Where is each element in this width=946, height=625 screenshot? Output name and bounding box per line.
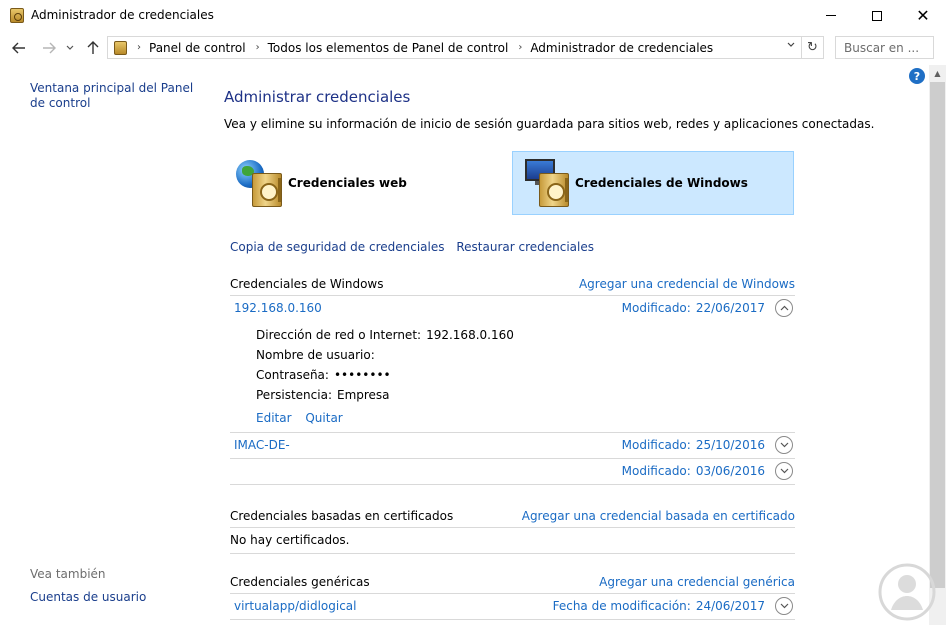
section-header: Credenciales genéricas Agregar una crede… xyxy=(230,572,795,594)
chevron-right-icon[interactable]: › xyxy=(137,42,141,53)
windows-credentials-tile[interactable]: Credenciales de Windows xyxy=(512,151,794,215)
maximize-button[interactable] xyxy=(854,0,900,31)
chevron-down-icon[interactable] xyxy=(775,597,793,615)
see-also-heading: Vea también xyxy=(30,567,106,581)
page-title: Administrar credenciales xyxy=(224,88,411,106)
detail-actions: Editar Quitar xyxy=(256,411,353,425)
title-bar: Administrador de credenciales ✕ xyxy=(0,0,946,32)
web-credentials-tile[interactable]: Credenciales web xyxy=(230,151,500,215)
page-description: Vea y elimine su información de inicio d… xyxy=(224,117,875,131)
add-certificate-credential-link[interactable]: Agregar una credencial basada en certifi… xyxy=(522,509,795,523)
web-vault-icon xyxy=(234,157,286,209)
section-title: Credenciales basadas en certificados xyxy=(230,509,454,523)
restore-credentials-link[interactable]: Restaurar credenciales xyxy=(456,240,594,254)
address-dropdown-icon[interactable] xyxy=(787,41,795,51)
chevron-up-icon[interactable] xyxy=(775,299,793,317)
detail-address: Dirección de red o Internet: 192.168.0.16… xyxy=(256,328,514,342)
scroll-up-button[interactable]: ▲ xyxy=(929,65,946,82)
window-title: Administrador de credenciales xyxy=(31,8,214,22)
address-bar[interactable]: › Panel de control › Todos los elementos… xyxy=(107,36,802,59)
add-generic-credential-link[interactable]: Agregar una credencial genérica xyxy=(599,575,795,589)
minimize-button[interactable] xyxy=(808,0,854,31)
edit-credential-link[interactable]: Editar xyxy=(256,411,292,425)
empty-message: No hay certificados. xyxy=(230,528,795,554)
detail-username: Nombre de usuario: xyxy=(256,348,375,362)
search-input[interactable]: Buscar en ... xyxy=(835,36,934,59)
chevron-right-icon[interactable]: › xyxy=(518,42,522,53)
detail-persistence: Persistencia: Empresa xyxy=(256,388,390,402)
web-credentials-label: Credenciales web xyxy=(288,176,407,190)
arrow-right-icon xyxy=(43,42,56,54)
credential-row[interactable]: 192.168.0.160 Modificado: 22/06/2017 xyxy=(230,296,795,322)
vertical-scrollbar[interactable]: ▲ xyxy=(929,65,946,625)
section-header: Credenciales basadas en certificados Agr… xyxy=(230,506,795,528)
credential-row[interactable]: Modificado: 03/06/2016 xyxy=(230,459,795,485)
detail-password: Contraseña: •••••••• xyxy=(256,368,391,382)
maximize-icon xyxy=(872,10,882,21)
windows-vault-icon xyxy=(521,157,573,209)
windows-credentials-label: Credenciales de Windows xyxy=(575,176,748,190)
breadcrumb-credential-manager[interactable]: Administrador de credenciales xyxy=(530,41,713,55)
arrow-left-icon xyxy=(12,42,25,54)
chevron-right-icon[interactable]: › xyxy=(256,42,260,53)
watermark-logo xyxy=(878,563,936,621)
scroll-thumb[interactable] xyxy=(930,82,945,588)
close-button[interactable]: ✕ xyxy=(900,0,946,31)
section-header: Credenciales de Windows Agregar una cred… xyxy=(230,274,795,296)
control-panel-home-link[interactable]: Ventana principal del Panel de control xyxy=(30,81,200,111)
certificate-credentials-section: Credenciales basadas en certificados Agr… xyxy=(230,506,795,554)
arrow-up-icon xyxy=(87,41,99,54)
left-pane: Ventana principal del Panel de control V… xyxy=(0,64,205,625)
credential-manager-icon xyxy=(10,8,24,23)
breadcrumb-all-items[interactable]: Todos los elementos de Panel de control xyxy=(268,41,509,55)
breadcrumb-control-panel[interactable]: Panel de control xyxy=(149,41,246,55)
windows-credentials-section: Credenciales de Windows Agregar una cred… xyxy=(230,274,795,485)
main-content: Administrar credenciales Vea y elimine s… xyxy=(224,64,924,625)
backup-credentials-link[interactable]: Copia de seguridad de credenciales xyxy=(230,240,445,254)
chevron-down-icon xyxy=(66,45,74,50)
credential-name[interactable]: 192.168.0.160 xyxy=(234,301,322,315)
up-button[interactable] xyxy=(84,39,102,57)
credential-name[interactable]: IMAC-DE- xyxy=(234,438,290,452)
navigation-bar: › Panel de control › Todos los elementos… xyxy=(0,32,946,64)
credential-row[interactable]: virtualapp/didlogical Fecha de modificac… xyxy=(230,594,795,620)
section-title: Credenciales genéricas xyxy=(230,575,370,589)
chevron-down-icon[interactable] xyxy=(775,436,793,454)
credential-name[interactable]: virtualapp/didlogical xyxy=(234,599,356,613)
credential-modified: Fecha de modificación: 24/06/2017 xyxy=(552,599,765,613)
recent-locations-button[interactable] xyxy=(64,39,76,57)
credential-modified: Modificado: 22/06/2017 xyxy=(621,301,765,315)
refresh-button[interactable]: ↻ xyxy=(802,36,824,59)
credential-modified: Modificado: 25/10/2016 xyxy=(621,438,765,452)
forward-button[interactable] xyxy=(40,39,58,57)
minimize-icon xyxy=(826,15,836,16)
credential-details: Dirección de red o Internet: 192.168.0.16… xyxy=(230,322,795,433)
generic-credentials-section: Credenciales genéricas Agregar una crede… xyxy=(230,572,795,620)
chevron-down-icon[interactable] xyxy=(775,462,793,480)
credential-modified: Modificado: 03/06/2016 xyxy=(621,464,765,478)
backup-actions: Copia de seguridad de credenciales Resta… xyxy=(230,240,602,254)
credential-row[interactable]: IMAC-DE- Modificado: 25/10/2016 xyxy=(230,433,795,459)
back-button[interactable] xyxy=(10,39,28,57)
close-icon: ✕ xyxy=(916,5,930,25)
section-title: Credenciales de Windows xyxy=(230,277,384,291)
control-panel-icon xyxy=(114,40,127,55)
user-accounts-link[interactable]: Cuentas de usuario xyxy=(30,590,146,605)
remove-credential-link[interactable]: Quitar xyxy=(305,411,342,425)
refresh-icon: ↻ xyxy=(807,40,818,55)
add-windows-credential-link[interactable]: Agregar una credencial de Windows xyxy=(579,277,795,291)
